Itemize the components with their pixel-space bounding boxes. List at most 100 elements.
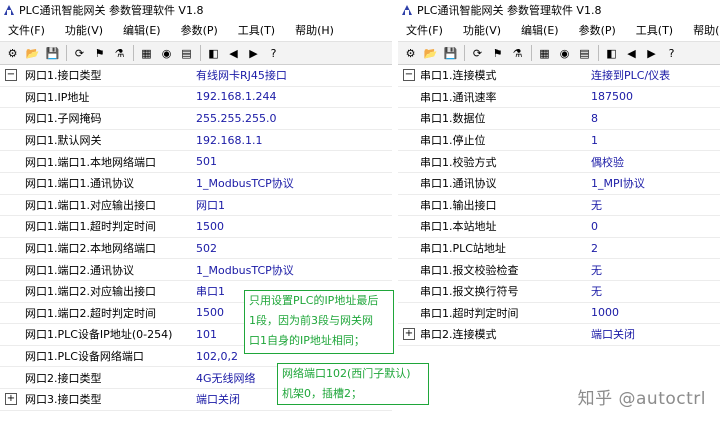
menu-file[interactable]: 文件(F) [406, 22, 443, 38]
menu-edit[interactable]: 编辑(E) [521, 22, 559, 38]
property-value[interactable]: 网口1 [196, 197, 225, 213]
property-value[interactable]: 无 [591, 197, 602, 213]
collapse-icon[interactable]: − [5, 69, 17, 81]
flag-icon[interactable]: ⚑ [489, 45, 506, 62]
property-row[interactable]: − 网口1.接口类型 有线网卡RJ45接口 [0, 65, 392, 87]
property-row[interactable]: 网口1.端口1.通讯协议 1_ModbusTCP协议 [0, 173, 392, 195]
expand-icon[interactable]: + [403, 328, 415, 341]
property-row[interactable]: 网口1.端口1.本地网络端口 501 [0, 151, 392, 173]
property-label: 串口1.报文校验检查 [420, 263, 519, 277]
property-value[interactable]: 187500 [591, 90, 633, 103]
property-label: 网口1.端口2.通讯协议 [25, 263, 134, 277]
next-icon[interactable]: ▶ [245, 45, 262, 62]
property-row[interactable]: 串口1.PLC站地址 2 [398, 238, 720, 260]
property-row[interactable]: 串口1.本站地址 0 [398, 216, 720, 238]
property-row[interactable]: 网口1.端口1.超时判定时间 1500 [0, 216, 392, 238]
property-row[interactable]: 网口1.端口2.通讯协议 1_ModbusTCP协议 [0, 259, 392, 281]
open-folder-icon[interactable]: 📂 [422, 45, 439, 62]
property-value[interactable]: 255.255.255.0 [196, 112, 276, 125]
connect-icon[interactable]: ◉ [556, 45, 573, 62]
menu-params[interactable]: 参数(P) [181, 22, 218, 38]
property-value[interactable]: 连接到PLC/仪表 [591, 67, 670, 83]
property-value[interactable]: 1500 [196, 220, 224, 233]
property-row[interactable]: 串口1.报文换行符号 无 [398, 281, 720, 303]
open-folder-icon[interactable]: 📂 [24, 45, 41, 62]
menu-file[interactable]: 文件(F) [8, 22, 45, 38]
property-value[interactable]: 1_ModbusTCP协议 [196, 175, 294, 191]
property-row[interactable]: − 串口1.连接模式 连接到PLC/仪表 [398, 65, 720, 87]
property-value[interactable]: 102,0,2 [196, 350, 238, 363]
property-value[interactable]: 串口1 [196, 283, 225, 299]
property-row[interactable]: 网口1.IP地址 192.168.1.244 [0, 87, 392, 109]
collapse-icon[interactable]: − [403, 69, 415, 81]
monitor-icon[interactable]: ◧ [603, 45, 620, 62]
property-row[interactable]: 串口1.报文校验检查 无 [398, 259, 720, 281]
property-value[interactable]: 1_ModbusTCP协议 [196, 262, 294, 278]
menu-help[interactable]: 帮助(H) [295, 22, 334, 38]
tool-icon[interactable]: ⚗ [509, 45, 526, 62]
property-value[interactable]: 2 [591, 242, 598, 255]
property-value[interactable]: 有线网卡RJ45接口 [196, 67, 287, 83]
connect-icon[interactable]: ◉ [158, 45, 175, 62]
flag-icon[interactable]: ⚑ [91, 45, 108, 62]
menu-function[interactable]: 功能(V) [463, 22, 501, 38]
property-row[interactable]: 网口1.端口1.对应输出接口 网口1 [0, 195, 392, 217]
help-icon[interactable]: ? [663, 45, 680, 62]
next-icon[interactable]: ▶ [643, 45, 660, 62]
property-row[interactable]: 串口1.停止位 1 [398, 130, 720, 152]
property-row[interactable]: 网口1.端口2.本地网络端口 502 [0, 238, 392, 260]
menu-help[interactable]: 帮助(H) [693, 22, 720, 38]
property-value[interactable]: 1500 [196, 306, 224, 319]
property-row[interactable]: 串口1.数据位 8 [398, 108, 720, 130]
title-bar: PLC通讯智能网关 参数管理软件 V1.8 [398, 0, 720, 19]
property-label: 串口1.通讯协议 [420, 177, 497, 191]
save-icon[interactable]: 💾 [442, 45, 459, 62]
menu-tools[interactable]: 工具(T) [238, 22, 275, 38]
property-row[interactable]: 串口1.校验方式 偶校验 [398, 151, 720, 173]
property-row[interactable]: 网口1.默认网关 192.168.1.1 [0, 130, 392, 152]
property-value[interactable]: 192.168.1.1 [196, 134, 262, 147]
prev-icon[interactable]: ◀ [225, 45, 242, 62]
property-value[interactable]: 0 [591, 220, 598, 233]
expand-icon[interactable]: + [5, 392, 17, 405]
tool-icon[interactable]: ⚗ [111, 45, 128, 62]
property-row[interactable]: 串口1.通讯速率 187500 [398, 87, 720, 109]
property-value[interactable]: 端口关闭 [196, 391, 240, 407]
settings-icon[interactable]: ⚙ [4, 45, 21, 62]
monitor-icon[interactable]: ◧ [205, 45, 222, 62]
property-value[interactable]: 无 [591, 283, 602, 299]
property-value[interactable]: 501 [196, 155, 217, 168]
property-value[interactable]: 192.168.1.244 [196, 90, 276, 103]
property-row[interactable]: 串口1.超时判定时间 1000 [398, 303, 720, 325]
save-icon[interactable]: 💾 [44, 45, 61, 62]
prev-icon[interactable]: ◀ [623, 45, 640, 62]
property-label: 网口1.默认网关 [25, 134, 102, 148]
grid-icon[interactable]: ▦ [536, 45, 553, 62]
property-row[interactable]: + 串口2.连接模式 端口关闭 [398, 324, 720, 346]
device-icon[interactable]: ▤ [178, 45, 195, 62]
menu-tools[interactable]: 工具(T) [636, 22, 673, 38]
device-icon[interactable]: ▤ [576, 45, 593, 62]
property-value[interactable]: 1 [591, 134, 598, 147]
property-row[interactable]: 串口1.输出接口 无 [398, 195, 720, 217]
refresh-icon[interactable]: ⟳ [71, 45, 88, 62]
menu-function[interactable]: 功能(V) [65, 22, 103, 38]
property-value[interactable]: 偶校验 [591, 154, 624, 170]
property-value[interactable]: 101 [196, 328, 217, 341]
help-icon[interactable]: ? [265, 45, 282, 62]
menu-edit[interactable]: 编辑(E) [123, 22, 161, 38]
refresh-icon[interactable]: ⟳ [469, 45, 486, 62]
property-row[interactable]: 网口1.子网掩码 255.255.255.0 [0, 108, 392, 130]
property-value[interactable]: 8 [591, 112, 598, 125]
property-value[interactable]: 端口关闭 [591, 326, 635, 342]
property-label: 串口1.PLC站地址 [420, 242, 506, 256]
menu-params[interactable]: 参数(P) [579, 22, 616, 38]
grid-icon[interactable]: ▦ [138, 45, 155, 62]
property-value[interactable]: 无 [591, 262, 602, 278]
settings-icon[interactable]: ⚙ [402, 45, 419, 62]
property-value[interactable]: 1000 [591, 306, 619, 319]
property-value[interactable]: 4G无线网络 [196, 370, 256, 386]
property-value[interactable]: 1_MPI协议 [591, 175, 645, 191]
property-row[interactable]: 串口1.通讯协议 1_MPI协议 [398, 173, 720, 195]
property-value[interactable]: 502 [196, 242, 217, 255]
